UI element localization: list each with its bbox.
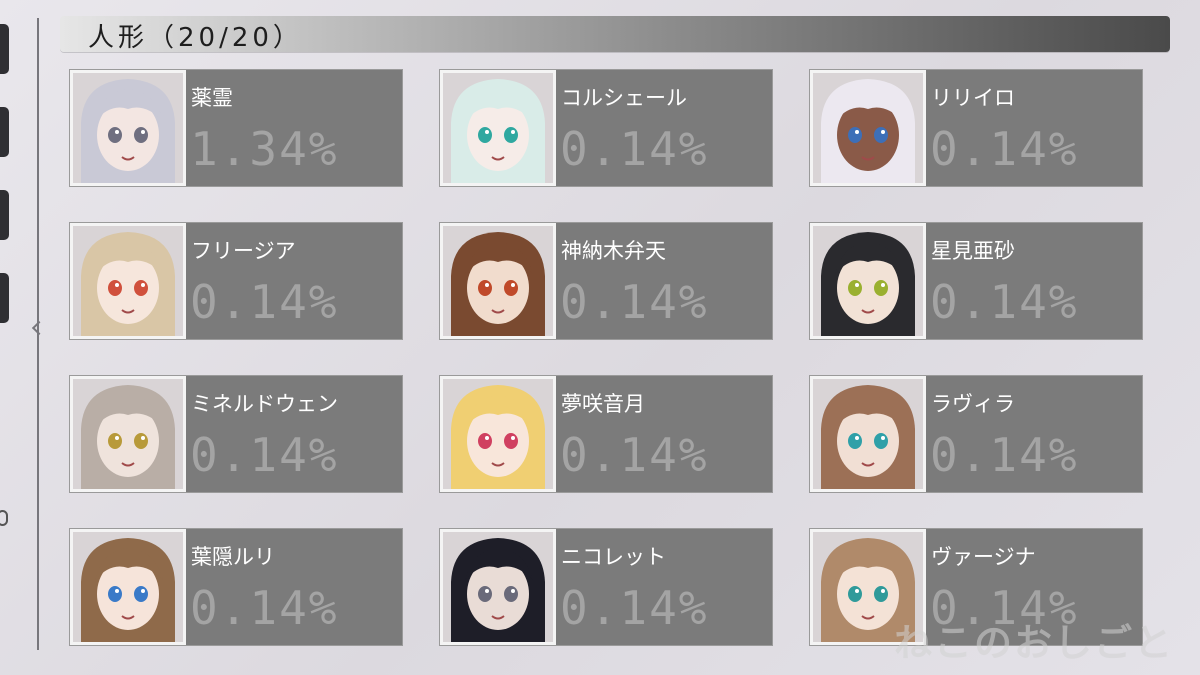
character-grid: 薬霊 1.34% コルシェール 0.14% リリイロ 0.14% フリージア 0.14% 神納木…: [69, 69, 1143, 646]
character-portrait: [440, 70, 556, 186]
character-card[interactable]: 葉隠ルリ 0.14%: [69, 528, 403, 646]
character-name: 神納木弁天: [561, 239, 666, 263]
character-card[interactable]: ニコレット 0.14%: [439, 528, 773, 646]
character-card[interactable]: ミネルドウェン 0.14%: [69, 375, 403, 493]
character-rate: 0.14%: [190, 275, 339, 329]
section-title: 人形（20/20）: [88, 23, 303, 53]
character-portrait: [70, 70, 186, 186]
character-rate: 0.14%: [930, 428, 1079, 482]
character-name: 星見亜砂: [931, 239, 1015, 263]
character-name: ヴァージナ: [931, 545, 1036, 569]
character-portrait: [70, 529, 186, 645]
character-rate: 0.14%: [190, 428, 339, 482]
character-rate: 0.14%: [930, 275, 1079, 329]
character-card[interactable]: 星見亜砂 0.14%: [809, 222, 1143, 340]
side-collapse-arrow-icon[interactable]: [31, 320, 47, 336]
character-card[interactable]: 夢咲音月 0.14%: [439, 375, 773, 493]
character-rate: 0.14%: [190, 581, 339, 635]
side-tab-4[interactable]: [0, 273, 9, 323]
character-name: ミネルドウェン: [191, 392, 338, 416]
character-card[interactable]: コルシェール 0.14%: [439, 69, 773, 187]
character-portrait: [810, 70, 926, 186]
character-name: 薬霊: [191, 86, 233, 110]
character-portrait: [70, 223, 186, 339]
character-name: フリージア: [191, 239, 296, 263]
character-portrait: [810, 376, 926, 492]
character-rate: 1.34%: [190, 122, 339, 176]
side-tab-2[interactable]: [0, 107, 9, 157]
character-card[interactable]: フリージア 0.14%: [69, 222, 403, 340]
character-card[interactable]: 薬霊 1.34%: [69, 69, 403, 187]
character-portrait: [440, 529, 556, 645]
side-tab-1[interactable]: [0, 24, 9, 74]
character-card[interactable]: ラヴィラ 0.14%: [809, 375, 1143, 493]
character-name: ラヴィラ: [931, 392, 1015, 416]
side-tab-3[interactable]: [0, 190, 9, 240]
character-name: 夢咲音月: [561, 392, 645, 416]
character-card[interactable]: 神納木弁天 0.14%: [439, 222, 773, 340]
character-name: コルシェール: [561, 86, 687, 110]
character-rate: 0.14%: [930, 122, 1079, 176]
character-rate: 0.14%: [560, 581, 709, 635]
character-card[interactable]: リリイロ 0.14%: [809, 69, 1143, 187]
character-portrait: [810, 223, 926, 339]
character-portrait: [440, 376, 556, 492]
watermark: ねこのおしごと: [893, 621, 1174, 665]
character-name: 葉隠ルリ: [191, 545, 275, 569]
character-name: ニコレット: [561, 545, 666, 569]
section-header: 人形（20/20）: [60, 16, 1170, 53]
side-indicator-icon: [0, 510, 8, 526]
character-portrait: [440, 223, 556, 339]
character-name: リリイロ: [931, 86, 1015, 110]
character-rate: 0.14%: [560, 428, 709, 482]
character-rate: 0.14%: [560, 275, 709, 329]
character-rate: 0.14%: [560, 122, 709, 176]
character-portrait: [70, 376, 186, 492]
